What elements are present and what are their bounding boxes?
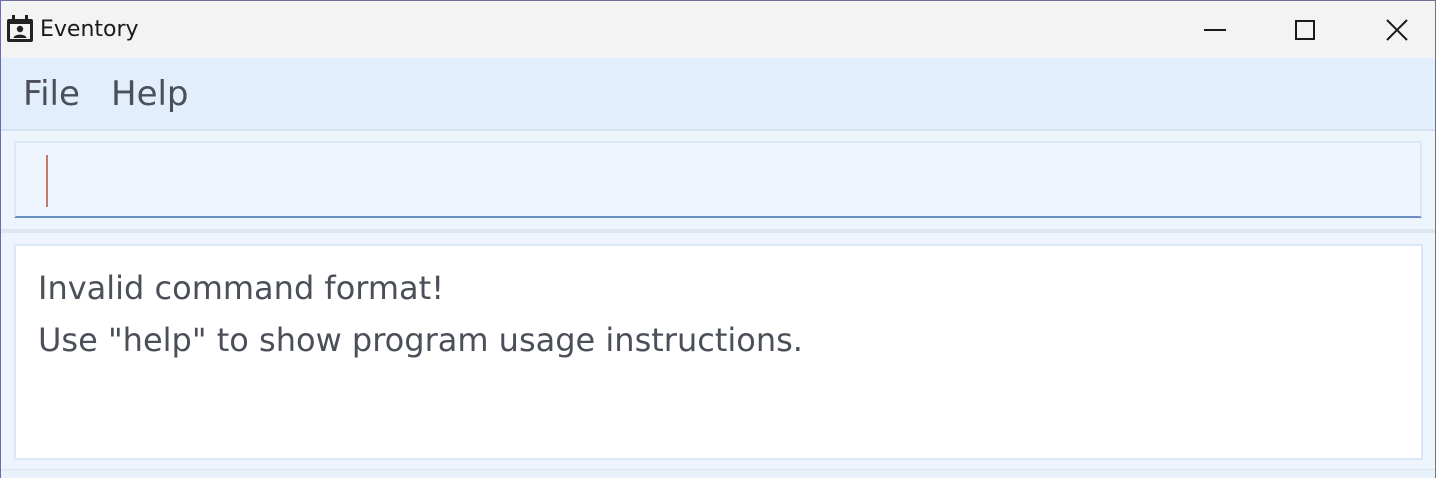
close-icon — [1386, 18, 1408, 41]
minimize-button[interactable] — [1169, 1, 1261, 58]
maximize-icon — [1295, 19, 1315, 40]
title-bar[interactable]: Eventory — [1, 1, 1435, 58]
command-box — [14, 141, 1422, 218]
maximize-button[interactable] — [1259, 1, 1351, 58]
result-line-error: Invalid command format! — [38, 269, 445, 307]
close-button[interactable] — [1351, 1, 1435, 58]
status-strip — [1, 469, 1435, 478]
menu-bar: File Help — [1, 58, 1435, 131]
window-title: Eventory — [40, 17, 139, 42]
menu-file[interactable]: File — [23, 74, 80, 114]
result-line-help: Use "help" to show program usage instruc… — [38, 321, 803, 359]
result-display: Invalid command format! Use "help" to sh… — [14, 244, 1423, 460]
calendar-contact-icon — [7, 15, 33, 42]
panel-divider — [1, 229, 1435, 233]
app-window: Eventory File Help Invalid command forma… — [0, 0, 1436, 478]
command-input[interactable] — [16, 143, 1420, 216]
menu-help[interactable]: Help — [111, 74, 189, 114]
minimize-icon — [1204, 28, 1226, 31]
text-caret — [46, 155, 48, 207]
